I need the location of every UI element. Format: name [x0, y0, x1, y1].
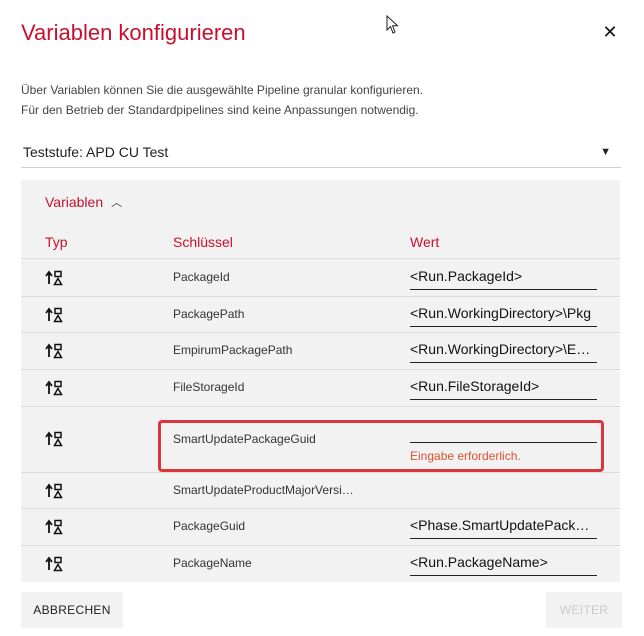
next-button: WEITER	[546, 592, 622, 628]
dropdown-caret-icon: ▼	[600, 146, 611, 158]
variable-key: FileStorageId	[173, 380, 245, 394]
column-header-type: Typ	[45, 234, 68, 250]
variable-key: PackageGuid	[173, 519, 246, 533]
variable-value-input[interactable]: <Run.PackageName>	[410, 553, 597, 576]
variable-row: PackageId <Run.PackageId>	[21, 258, 620, 296]
variable-type-icon	[45, 307, 63, 323]
variable-type-icon	[45, 343, 63, 359]
variable-row: EmpirumPackagePath <Run.WorkingDirectory…	[21, 332, 620, 369]
description-line-2: Für den Betrieb der Standardpipelines si…	[21, 103, 419, 117]
variable-key: PackageId	[173, 270, 230, 284]
variable-value-input[interactable]: <Phase.SmartUpdatePacka…	[410, 516, 597, 539]
variable-type-icon	[45, 556, 63, 572]
variable-key: EmpirumPackagePath	[173, 343, 293, 357]
variable-value-input[interactable]: <Run.PackageId>	[410, 267, 597, 290]
cancel-button[interactable]: ABBRECHEN	[21, 592, 123, 628]
variable-row: PackageName <Run.PackageName>	[21, 545, 620, 582]
variable-type-icon	[45, 519, 63, 535]
variable-type-icon	[45, 380, 63, 396]
description-line-1: Über Variablen können Sie die ausgewählt…	[21, 83, 424, 97]
variable-row: PackagePath <Run.WorkingDirectory>\Pkg	[21, 296, 620, 332]
stage-select[interactable]: Teststufe: APD CU Test ▼	[21, 138, 621, 168]
variables-section-toggle[interactable]: Variablen ︿	[45, 194, 122, 211]
column-header-value: Wert	[410, 234, 440, 250]
close-icon[interactable]: ✕	[601, 23, 619, 41]
mouse-cursor-icon	[386, 15, 399, 34]
validation-error-message: Eingabe erforderlich.	[410, 449, 521, 463]
variable-type-icon	[45, 431, 63, 447]
chevron-up-icon: ︿	[111, 197, 123, 209]
variable-value-input[interactable]: <Run.WorkingDirectory>\Pkg	[410, 304, 597, 327]
variable-key: PackagePath	[173, 307, 245, 321]
variable-value-input[interactable]: <Run.FileStorageId>	[410, 377, 597, 400]
variable-row: PackageGuid <Phase.SmartUpdatePacka…	[21, 508, 620, 545]
variables-panel: Variablen ︿ Typ Schlüssel Wert PackageId …	[21, 180, 620, 582]
variable-row: FileStorageId <Run.FileStorageId>	[21, 369, 620, 406]
variable-value-input[interactable]: <Run.WorkingDirectory>\E…	[410, 340, 597, 363]
stage-select-value: Teststufe: APD CU Test	[23, 144, 169, 160]
dialog-title: Variablen konfigurieren	[21, 20, 246, 45]
column-header-key: Schlüssel	[173, 234, 233, 250]
variable-type-icon	[45, 270, 63, 286]
dialog-description: Über Variablen können Sie die ausgewählt…	[21, 80, 423, 120]
variables-section-label: Variablen	[45, 194, 104, 210]
variable-type-icon	[45, 483, 63, 499]
variable-row: SmartUpdateProductMajorVersi…	[21, 472, 620, 508]
variable-key: PackageName	[173, 556, 252, 570]
variable-key: SmartUpdateProductMajorVersi…	[173, 483, 354, 497]
validation-error-highlight	[158, 420, 604, 472]
